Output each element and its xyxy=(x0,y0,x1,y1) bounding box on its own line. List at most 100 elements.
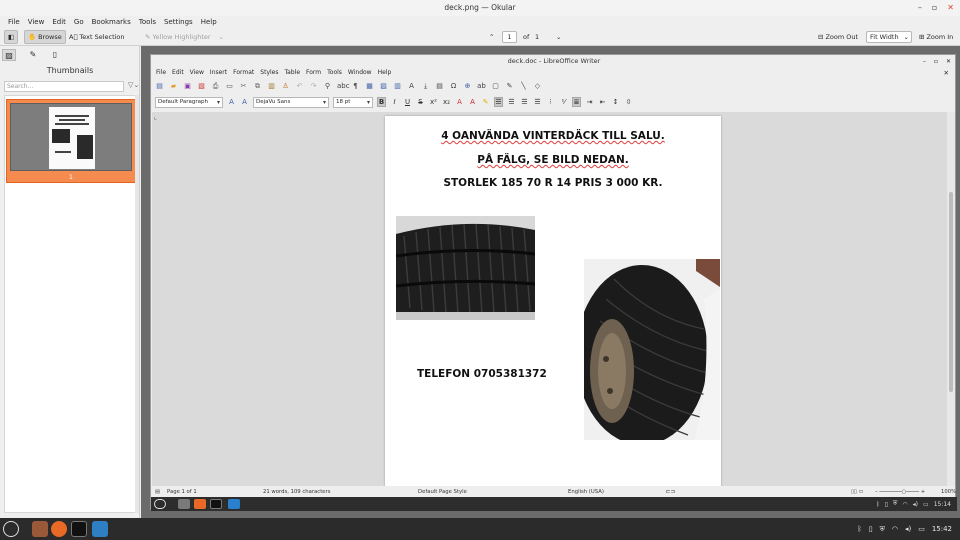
writer-standard-toolbar: ▤ ▰ ▣ ▧ ⎙ ▭ ✂ ⧉ ▥ ♙ ↶ ↷ ⚲ abc ¶ ▦ ▨ ▥ A … xyxy=(153,80,955,92)
decrease-indent-icon: ⇤ xyxy=(599,98,606,106)
align-right-icon: ☰ xyxy=(521,98,528,106)
menu-help[interactable]: Help xyxy=(197,16,221,28)
volume-icon[interactable]: ◂) xyxy=(905,525,911,533)
zoom-in-button[interactable]: ⊞ Zoom In xyxy=(916,30,956,44)
menu-bookmarks[interactable]: Bookmarks xyxy=(88,16,135,28)
page-number-input[interactable]: 1 xyxy=(502,31,517,43)
next-page-button[interactable]: ⌄ xyxy=(553,30,564,44)
thumbnail-list: 1 xyxy=(4,95,136,513)
save-icon: ▣ xyxy=(184,82,191,90)
footnote-icon: ab xyxy=(477,82,486,90)
firefox-app-button[interactable] xyxy=(51,521,67,537)
bullets-icon: ⁝ xyxy=(549,98,552,106)
menubar: File View Edit Go Bookmarks Tools Settin… xyxy=(0,16,960,28)
zoom-slider: – ───────○──── + xyxy=(875,489,926,495)
hyperlink-icon: ⊕ xyxy=(464,82,471,90)
annotations-tab-icon[interactable]: ✎ xyxy=(26,49,40,61)
terminal-app-button[interactable] xyxy=(71,521,87,537)
bookmarks-tab-icon[interactable]: ▯ xyxy=(48,49,62,61)
sidebar-scrollbar[interactable] xyxy=(135,95,139,513)
writer-minimize-icon: – xyxy=(922,57,926,65)
writer-restore-icon: ▫ xyxy=(933,57,938,65)
menu-edit[interactable]: Edit xyxy=(48,16,70,28)
doc-phone-line: TELEFON 0705381372 xyxy=(417,368,547,380)
track-changes-icon: ✎ xyxy=(506,82,513,90)
inner-writer-icon xyxy=(228,499,240,509)
clock[interactable]: 15:42 xyxy=(932,525,952,533)
chevron-up-icon: ⌃ xyxy=(489,33,495,41)
writer-menu-insert: Insert xyxy=(209,69,228,76)
chevron-down-icon: ⌄ xyxy=(218,33,224,41)
undo-icon: ↶ xyxy=(296,82,303,90)
font-size-combo: 18 pt xyxy=(333,96,373,108)
zoom-out-button[interactable]: ⊟ Zoom Out xyxy=(815,30,861,44)
sidebar-toggle-button[interactable]: ◧ xyxy=(4,30,18,44)
browse-tool-button[interactable]: ✋ Browse xyxy=(24,30,66,44)
start-menu-button[interactable] xyxy=(3,521,19,537)
clipboard-icon: ▯ xyxy=(884,500,888,508)
files-app-button[interactable] xyxy=(32,521,48,537)
shapes-icon: ◇ xyxy=(534,82,541,90)
find-icon: ⚲ xyxy=(324,82,331,90)
strikethrough-icon: S xyxy=(418,98,423,106)
inner-firefox-icon xyxy=(194,499,206,509)
line-icon: ╲ xyxy=(521,82,526,90)
tire-photo-2 xyxy=(584,259,720,440)
okular-app-button[interactable] xyxy=(92,521,108,537)
inner-terminal-icon xyxy=(210,499,222,509)
page-break-icon: ⤓ xyxy=(423,81,428,90)
highlighter-tool-button[interactable]: ✎ Yellow Highlighter ⌄ xyxy=(142,30,227,44)
main-toolbar: ◧ ✋ Browse A⃞ Text Selection ✎ Yellow Hi… xyxy=(0,28,960,46)
menu-view[interactable]: View xyxy=(24,16,49,28)
menu-settings[interactable]: Settings xyxy=(160,16,197,28)
superscript-icon: x² xyxy=(430,98,437,106)
writer-document-area: ⌞ 4 OANVÄNDA VINTERDÄCK TILL SALU. PÅ FÄ… xyxy=(152,112,954,486)
thumbnail-search-input[interactable]: Search... xyxy=(4,81,124,92)
zoom-out-icon: ⊟ xyxy=(818,33,824,41)
writer-menu-view: View xyxy=(189,69,204,76)
export-pdf-icon: ▧ xyxy=(198,82,205,90)
menu-tools[interactable]: Tools xyxy=(135,16,160,28)
writer-menubar: File Edit View Insert Format Styles Tabl… xyxy=(153,68,394,78)
writer-menu-form: Form xyxy=(306,69,322,76)
doc-line-3-text: STORLEK 185 70 R 14 PRIS 3 000 KR. xyxy=(443,177,663,189)
zoom-mode-select[interactable]: Fit Width ⌄ xyxy=(866,31,912,43)
close-icon[interactable]: ✕ xyxy=(947,0,954,16)
volume-icon: ◂) xyxy=(912,500,919,508)
doc-line-3: STORLEK 185 70 R 14 PRIS 3 000 KR. xyxy=(385,177,721,189)
minimize-icon[interactable]: – xyxy=(918,0,922,16)
thumbnails-tab-icon[interactable]: ▨ xyxy=(2,49,16,61)
page-of-label: of xyxy=(523,33,530,41)
doc-line-2: PÅ FÄLG, SE BILD NEDAN. xyxy=(385,154,721,166)
writer-title: deck.doc - LibreOffice Writer xyxy=(507,57,601,65)
battery-icon[interactable]: ▭ xyxy=(918,525,925,533)
menu-file[interactable]: File xyxy=(4,16,24,28)
table-icon: ▦ xyxy=(366,82,373,90)
filter-icon[interactable]: ▽⌄ xyxy=(128,81,139,89)
writer-menu-edit: Edit xyxy=(172,69,184,76)
previous-page-button[interactable]: ⌃ xyxy=(486,30,497,44)
font-color-icon: A xyxy=(470,98,475,106)
status-zoom: 100% xyxy=(941,489,957,495)
zoom-in-label: Zoom In xyxy=(926,33,954,41)
thumbnail-page-1[interactable]: 1 xyxy=(6,99,136,183)
zoom-out-label: Zoom Out xyxy=(825,33,859,41)
justify-icon: ☰ xyxy=(534,98,541,106)
text-selection-tool-button[interactable]: A⃞ Text Selection xyxy=(66,30,128,44)
chevron-down-icon: ⌄ xyxy=(556,33,562,41)
wifi-icon[interactable]: ◠ xyxy=(892,525,898,533)
doc-phone-text: TELEFON 0705381372 xyxy=(417,368,547,380)
text-select-icon: A⃞ xyxy=(69,33,78,41)
shield-icon[interactable]: ⛨ xyxy=(880,525,885,534)
restore-icon[interactable]: ▫ xyxy=(932,0,937,16)
bluetooth-icon[interactable]: ᛒ xyxy=(858,525,862,533)
menu-go[interactable]: Go xyxy=(70,16,88,28)
hand-icon: ✋ xyxy=(28,33,37,41)
status-language: English (USA) xyxy=(568,489,604,495)
document-viewer[interactable]: deck.doc - LibreOffice Writer – ▫ ✕ File… xyxy=(141,46,960,518)
align-left-icon: ☰ xyxy=(494,97,503,107)
doc-line-1-text: 4 OANVÄNDA VINTERDÄCK TILL SALU. xyxy=(441,130,665,142)
clipboard-icon[interactable]: ▯ xyxy=(869,525,873,533)
align-center-icon: ☰ xyxy=(508,98,515,106)
para-spacing-icon: ⇳ xyxy=(625,98,632,106)
